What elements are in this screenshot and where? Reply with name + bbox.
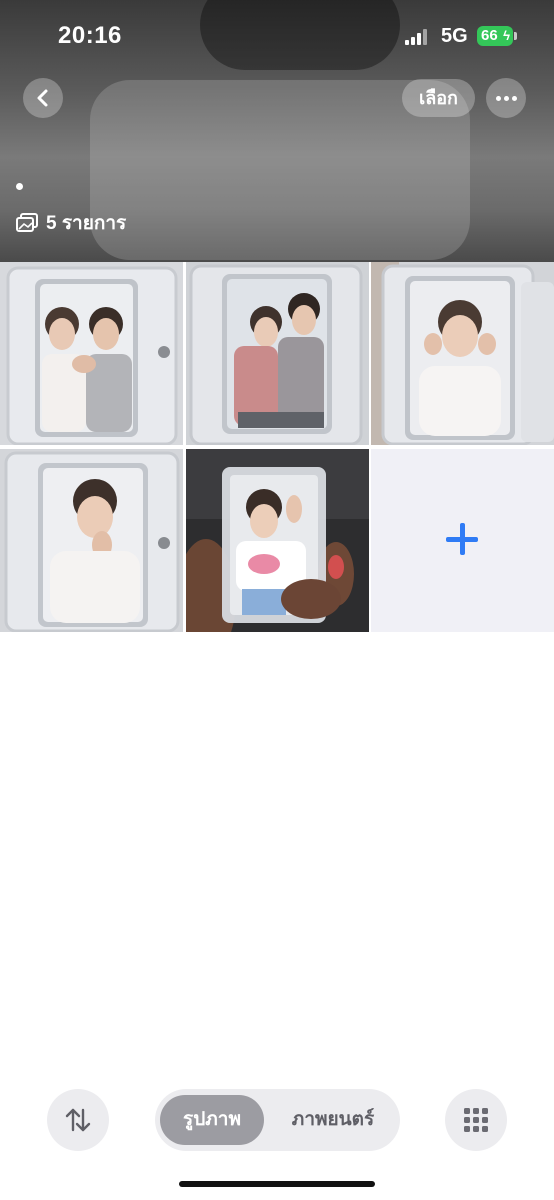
cellular-signal-icon xyxy=(405,29,431,45)
sort-button[interactable] xyxy=(47,1089,109,1151)
photo-thumbnail[interactable] xyxy=(0,449,183,632)
ellipsis-icon xyxy=(496,96,501,101)
more-button[interactable] xyxy=(486,78,526,118)
item-count: 5 รายการ xyxy=(46,213,127,234)
item-count-row: 5 รายการ xyxy=(16,210,126,236)
chevron-left-icon xyxy=(37,89,48,107)
album-header: 20:16 5G 66 ϟ เลือก 5 รายการ xyxy=(0,0,554,262)
photo-thumbnail[interactable] xyxy=(186,449,369,632)
photo-thumbnail[interactable] xyxy=(186,262,369,445)
network-type: 5G xyxy=(441,25,468,47)
battery-icon: 66 ϟ xyxy=(477,26,517,46)
album-title-dot xyxy=(16,183,23,190)
sort-arrows-icon xyxy=(65,1108,91,1132)
select-button[interactable]: เลือก xyxy=(402,79,475,117)
photo-thumbnail[interactable] xyxy=(371,262,554,445)
grid-view-button[interactable] xyxy=(445,1089,507,1151)
bottom-toolbar: รูปภาพ ภาพยนตร์ xyxy=(0,1080,554,1200)
grid-icon xyxy=(464,1108,470,1114)
back-button[interactable] xyxy=(23,78,63,118)
status-time: 20:16 xyxy=(58,22,122,49)
battery-level: 66 xyxy=(481,27,498,44)
photos-stack-icon xyxy=(16,213,38,232)
photo-thumbnail[interactable] xyxy=(0,262,183,445)
tab-photos[interactable]: รูปภาพ xyxy=(160,1095,264,1145)
add-photo-button[interactable] xyxy=(371,449,554,632)
status-bar: 20:16 5G 66 ϟ xyxy=(0,0,554,70)
home-indicator[interactable] xyxy=(179,1181,375,1187)
media-type-segmented-control: รูปภาพ ภาพยนตร์ xyxy=(155,1089,400,1151)
tab-videos[interactable]: ภาพยนตร์ xyxy=(273,1095,393,1145)
charging-bolt-icon: ϟ xyxy=(503,28,510,43)
